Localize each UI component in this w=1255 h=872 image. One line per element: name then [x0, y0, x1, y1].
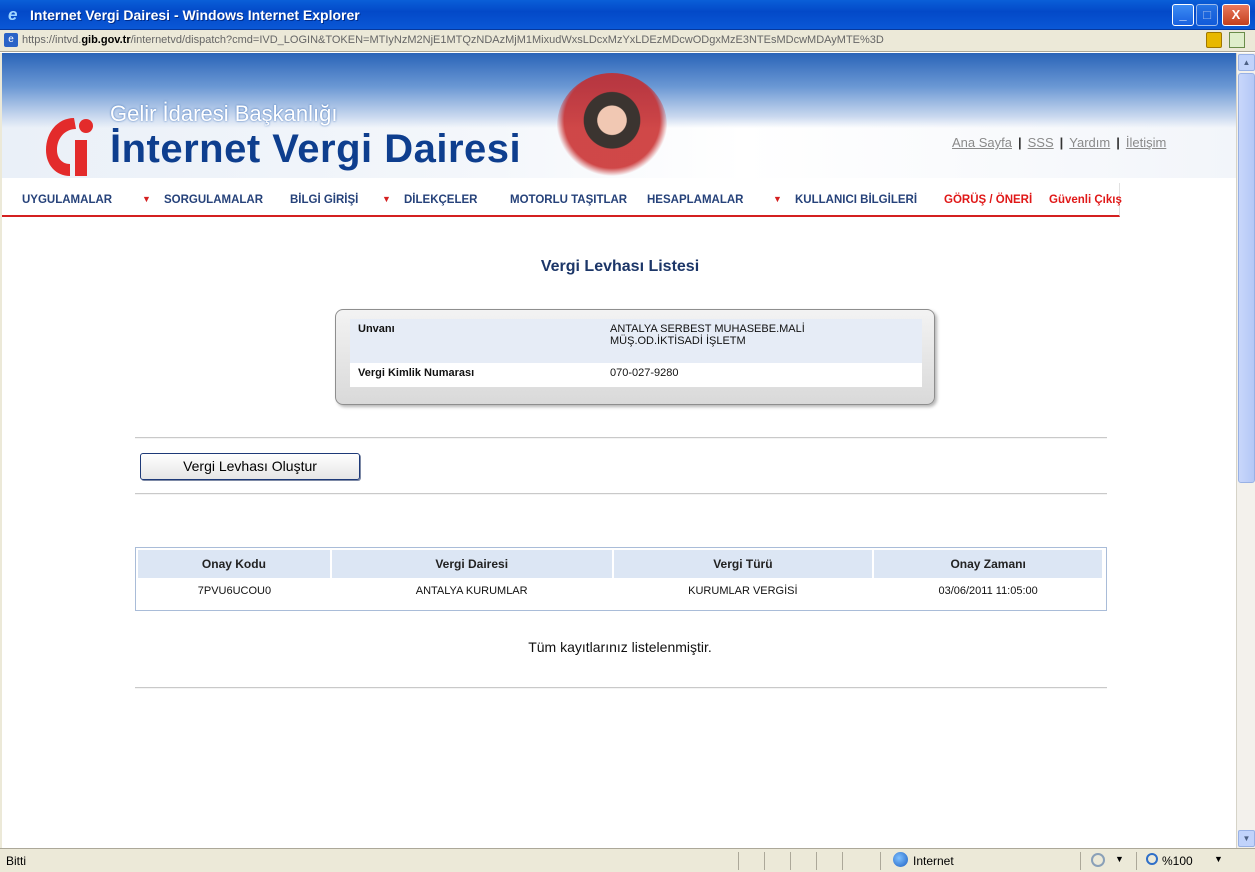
globe-icon: [893, 852, 908, 867]
col-vergi-turu: Vergi Türü: [612, 550, 875, 578]
menu-motorlu-tasitlar[interactable]: MOTORLU TAŞITLAR: [510, 194, 627, 206]
status-divider: [1136, 852, 1137, 870]
help-link[interactable]: Yardım: [1069, 135, 1110, 150]
taxpayer-info-table: Unvanı ANTALYA SERBEST MUHASEBE.MALİ MÜŞ.…: [350, 319, 922, 387]
url-domain: gib.gov.tr: [81, 34, 131, 46]
page-viewport: Gelir İdaresi Başkanlığı İnternet Vergi …: [0, 53, 1236, 848]
page-title: Vergi Levhası Listesi: [540, 258, 700, 275]
header-banner: Gelir İdaresi Başkanlığı İnternet Vergi …: [2, 53, 1236, 178]
menu-sorgulamalar[interactable]: SORGULAMALAR: [164, 194, 263, 206]
top-links: Ana Sayfa | SSS | Yardım | İletişim: [952, 135, 1166, 150]
scroll-thumb[interactable]: [1238, 73, 1255, 483]
cell-vergi-turu: KURUMLAR VERGİSİ: [688, 585, 798, 597]
brand-subtitle: Gelir İdaresi Başkanlığı: [110, 101, 338, 126]
divider: [135, 493, 1107, 495]
create-tax-plate-button[interactable]: Vergi Levhası Oluştur: [140, 453, 360, 480]
address-bar: e https://intvd.gib.gov.tr/internetvd/di…: [0, 30, 1255, 52]
contact-link[interactable]: İletişim: [1126, 135, 1166, 150]
status-divider: [842, 852, 843, 870]
window-title: Internet Vergi Dairesi - Windows Interne…: [30, 7, 360, 23]
lock-icon[interactable]: [1206, 32, 1222, 48]
internet-explorer-icon: e: [8, 5, 18, 24]
chevron-down-icon[interactable]: ▼: [1214, 854, 1223, 864]
status-divider: [1080, 852, 1081, 870]
status-text: Bitti: [6, 854, 27, 868]
url-host: https://intvd.: [22, 34, 82, 46]
link-separator: |: [1018, 135, 1022, 150]
taxpayer-info-box: Unvanı ANTALYA SERBEST MUHASEBE.MALİ MÜŞ.…: [335, 309, 935, 405]
menu-uygulamalar[interactable]: UYGULAMALAR: [22, 194, 112, 206]
link-separator: |: [1059, 135, 1064, 150]
zoom-level[interactable]: %100: [1162, 854, 1193, 868]
unvan-line: ANTALYA SERBEST MUHASEBE.MALİ: [610, 323, 805, 335]
table-row[interactable]: 7PVU6UCOU0 ANTALYA KURUMLAR KURUMLAR VER…: [138, 578, 1103, 604]
minimize-button[interactable]: _: [1172, 4, 1194, 26]
ataturk-portrait: [557, 73, 667, 178]
protected-mode-icon[interactable]: [1091, 853, 1105, 867]
chevron-down-icon[interactable]: ▼: [773, 194, 782, 204]
info-row: Unvanı ANTALYA SERBEST MUHASEBE.MALİ MÜŞ.…: [350, 319, 922, 363]
status-divider: [790, 852, 791, 870]
vertical-scrollbar[interactable]: ▲ ▼: [1236, 53, 1255, 848]
unvan-line: MÜŞ.OD.İKTİSADİ İŞLETM: [610, 335, 746, 347]
faq-link[interactable]: SSS: [1028, 135, 1054, 150]
security-zone[interactable]: Internet: [913, 854, 954, 868]
scroll-up-icon[interactable]: ▲: [1238, 54, 1255, 71]
close-button[interactable]: X: [1222, 4, 1250, 26]
table-header-row: Onay Kodu Vergi Dairesi Vergi Türü Onay …: [138, 550, 1104, 578]
main-menu: UYGULAMALAR ▼ SORGULAMALAR BİLGİ GİRİŞİ …: [2, 183, 1122, 217]
menu-hesaplamalar[interactable]: HESAPLAMALAR: [647, 194, 743, 206]
unvan-label: Unvanı: [350, 319, 602, 363]
certificate-icon[interactable]: [1229, 32, 1245, 48]
chevron-down-icon[interactable]: ▼: [382, 194, 391, 204]
vkn-value: 070-027-9280: [602, 363, 922, 387]
info-row: Vergi Kimlik Numarası 070-027-9280: [350, 363, 922, 387]
menu-kullanici-bilgileri[interactable]: KULLANICI BİLGİLERİ: [795, 194, 917, 206]
status-divider: [738, 852, 739, 870]
url-text[interactable]: https://intvd.gib.gov.tr/internetvd/disp…: [22, 34, 1192, 46]
cell-onay-kodu: 7PVU6UCOU0: [197, 585, 272, 597]
status-divider: [764, 852, 765, 870]
approval-table-body: Onay Kodu Vergi Dairesi Vergi Türü Onay …: [138, 550, 1104, 604]
page-icon: e: [4, 33, 18, 47]
status-divider: [880, 852, 881, 870]
unvan-value: ANTALYA SERBEST MUHASEBE.MALİ MÜŞ.OD.İKTİ…: [602, 319, 922, 363]
records-listed-message: Tüm kayıtlarınız listelenmiştir.: [528, 639, 712, 655]
cell-onay-zamani: 03/06/2011 11:05:00: [938, 585, 1038, 597]
status-divider: [816, 852, 817, 870]
window-title-bar: e Internet Vergi Dairesi - Windows Inter…: [0, 0, 1255, 30]
home-link[interactable]: Ana Sayfa: [952, 135, 1012, 150]
menu-gorus-oneri[interactable]: GÖRÜŞ / ÖNERİ: [944, 194, 1032, 206]
divider: [135, 687, 1107, 689]
menu-dilekceler[interactable]: DİLEKÇELER: [404, 194, 477, 206]
link-separator: |: [1116, 135, 1120, 150]
chevron-down-icon[interactable]: ▼: [1115, 854, 1124, 864]
maximize-button[interactable]: □: [1196, 4, 1218, 26]
cell-vergi-dairesi: ANTALYA KURUMLAR: [415, 585, 528, 597]
chevron-down-icon[interactable]: ▼: [142, 194, 151, 204]
vkn-label: Vergi Kimlik Numarası: [350, 363, 602, 387]
brand-title: İnternet Vergi Dairesi: [110, 127, 522, 171]
gib-logo-icon: [46, 118, 93, 176]
col-onay-kodu: Onay Kodu: [138, 550, 332, 578]
col-vergi-dairesi: Vergi Dairesi: [330, 550, 614, 578]
scroll-down-icon[interactable]: ▼: [1238, 830, 1255, 847]
approval-table: Onay Kodu Vergi Dairesi Vergi Türü Onay …: [135, 547, 1107, 611]
zoom-icon[interactable]: [1146, 853, 1158, 865]
status-bar: Bitti Internet ▼ %100 ▼: [0, 848, 1255, 872]
col-onay-zamani: Onay Zamanı: [873, 550, 1104, 578]
url-path: /internetvd/dispatch?cmd=IVD_LOGIN&TOKEN…: [130, 34, 884, 46]
divider: [135, 437, 1107, 439]
menu-bilgi-girisi[interactable]: BİLGİ GİRİŞİ: [290, 194, 358, 206]
menu-guvenli-cikis[interactable]: Güvenli Çıkış: [1049, 194, 1122, 206]
